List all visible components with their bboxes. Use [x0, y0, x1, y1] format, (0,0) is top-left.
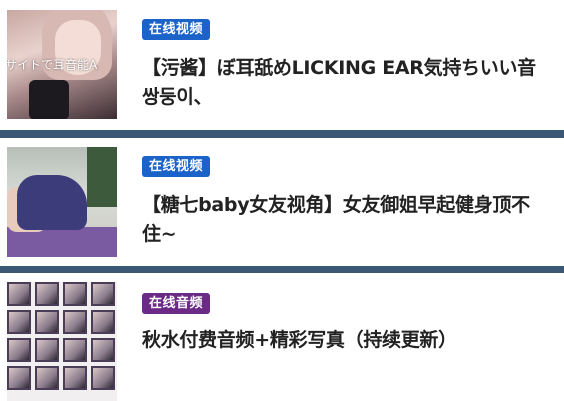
collage-tile	[63, 366, 87, 390]
collage-tile	[35, 282, 59, 306]
post-info: 在线视频 【污酱】ぼ耳舐めLICKING EAR気持ちいい音 쌍둥이、	[142, 18, 544, 112]
collage-tile	[35, 338, 59, 362]
collage-tile	[91, 366, 115, 390]
collage-tile	[91, 310, 115, 334]
category-badge[interactable]: 在线视频	[142, 156, 211, 177]
post-thumbnail[interactable]: サイトで耳音能A	[7, 10, 117, 119]
collage-tile	[35, 366, 59, 390]
thumbnail-art	[29, 80, 69, 119]
post-info: 在线音频 秋水付费音频+精彩写真（持续更新）	[142, 292, 544, 355]
thumbnail-art	[17, 175, 87, 230]
post-title[interactable]: 秋水付费音频+精彩写真（持续更新）	[142, 326, 544, 355]
photo-collage	[7, 282, 115, 390]
section-divider	[0, 266, 564, 273]
collage-tile	[91, 338, 115, 362]
category-badge[interactable]: 在线音频	[142, 293, 211, 314]
post-card[interactable]: サイトで耳音能A 在线视频 【污酱】ぼ耳舐めLICKING EAR気持ちいい音 …	[0, 0, 564, 130]
collage-tile	[7, 366, 31, 390]
collage-tile	[7, 282, 31, 306]
post-thumbnail[interactable]	[7, 282, 117, 401]
category-badge[interactable]: 在线视频	[142, 19, 211, 40]
post-card[interactable]: 在线音频 秋水付费音频+精彩写真（持续更新）	[0, 273, 564, 401]
section-divider	[0, 130, 564, 138]
post-feed: サイトで耳音能A 在线视频 【污酱】ぼ耳舐めLICKING EAR気持ちいい音 …	[0, 0, 564, 401]
collage-tile	[35, 310, 59, 334]
thumbnail-caption: サイトで耳音能A	[7, 58, 98, 72]
collage-tile	[63, 282, 87, 306]
collage-tile	[63, 310, 87, 334]
collage-tile	[91, 282, 115, 306]
post-info: 在线视频 【糖七baby女友视角】女友御姐早起健身顶不住~	[142, 155, 544, 249]
thumbnail-art	[87, 147, 117, 207]
post-title[interactable]: 【污酱】ぼ耳舐めLICKING EAR気持ちいい音 쌍둥이、	[142, 54, 544, 112]
collage-tile	[7, 338, 31, 362]
post-card[interactable]: 在线视频 【糖七baby女友视角】女友御姐早起健身顶不住~	[0, 138, 564, 266]
post-title[interactable]: 【糖七baby女友视角】女友御姐早起健身顶不住~	[142, 191, 544, 249]
post-thumbnail[interactable]	[7, 147, 117, 257]
collage-tile	[7, 310, 31, 334]
collage-tile	[63, 338, 87, 362]
